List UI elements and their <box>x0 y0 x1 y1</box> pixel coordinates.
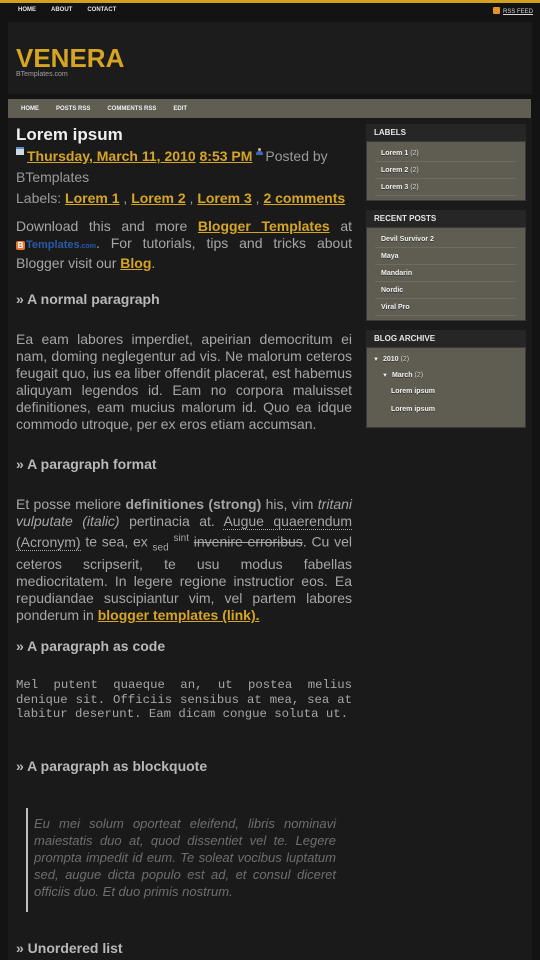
widget-title: RECENT POSTS <box>366 210 526 227</box>
rss-icon <box>493 7 500 14</box>
blockquote-text: Eu mei solum oporteat eleifend, libris n… <box>34 816 336 899</box>
download-text: at <box>340 218 352 234</box>
main-nav-comments-rss[interactable]: COMMENTS RSS <box>107 106 156 112</box>
post: Lorem ipsum Thursday, March 11, 2010 8:5… <box>16 124 352 272</box>
top-nav-contact[interactable]: CONTACT <box>87 7 116 13</box>
section-heading: » A normal paragraph <box>16 291 160 307</box>
user-icon <box>256 148 264 155</box>
labels-widget: LABELS Lorem 1 (2) Lorem 2 (2) Lorem 3 (… <box>366 124 526 201</box>
subscript-text: sed <box>152 542 169 554</box>
label-count: (2) <box>410 150 419 157</box>
top-nav-home[interactable]: HOME <box>18 7 36 13</box>
recent-post-item[interactable]: Viral Pro <box>375 299 517 316</box>
posted-by-label: Posted by <box>265 148 328 164</box>
label-link[interactable]: Lorem 3 <box>197 190 251 206</box>
archive-month-count: (2) <box>414 372 424 379</box>
strikethrough-text: invenire erroribus <box>193 533 303 550</box>
main-nav: HOME POSTS RSS COMMENTS RSS EDIT <box>8 99 531 118</box>
btemplates-logo-text: Templates <box>26 239 80 251</box>
top-nav-about[interactable]: ABOUT <box>51 7 72 13</box>
archive-month[interactable]: ▼ March (2) <box>373 368 519 384</box>
archive-post-link[interactable]: Lorem ipsum <box>373 384 519 399</box>
archive-month-label: March <box>391 372 413 379</box>
rss-feed-link[interactable]: RSS FEED <box>493 7 533 17</box>
post-labels: Labels: Lorem 1 , Lorem 2 , Lorem 3 , 2 … <box>16 190 346 206</box>
recent-post-item[interactable]: Maya <box>375 248 517 265</box>
main-nav-posts-rss[interactable]: POSTS RSS <box>56 106 90 112</box>
section-heading: » A paragraph as code <box>16 638 166 654</box>
superscript-text: sint <box>173 533 189 544</box>
label-item[interactable]: Lorem 2 (2) <box>375 162 517 179</box>
recent-posts-widget: RECENT POSTS Devil Survivor 2 Maya Manda… <box>366 210 526 321</box>
recent-post-item[interactable]: Devil Survivor 2 <box>375 231 517 248</box>
label-name: Lorem 3 <box>381 184 409 191</box>
post-author: BTemplates <box>16 169 90 185</box>
archive-year[interactable]: ▼ 2010 (2) <box>373 352 519 368</box>
archive-year-label: 2010 <box>382 356 399 363</box>
blog-link[interactable]: Blog <box>120 255 151 271</box>
site-title[interactable]: VENERA <box>16 43 124 74</box>
label-item[interactable]: Lorem 1 (2) <box>375 145 517 162</box>
blogger-templates-link[interactable]: Blogger Templates <box>198 218 330 234</box>
format-text: his, vim <box>265 496 314 512</box>
recent-post-item[interactable]: Mandarin <box>375 265 517 282</box>
collapse-toggle-icon[interactable]: ▼ <box>373 357 379 363</box>
archive-post-link[interactable]: Lorem ipsum <box>373 402 519 417</box>
post-date-link[interactable]: Thursday, March 11, 2010 <box>27 148 196 164</box>
download-text: . <box>151 255 156 271</box>
format-paragraph: Et posse meliore definitiones (strong) h… <box>16 496 352 624</box>
btemplates-logo-com: .com <box>79 243 96 250</box>
label-item[interactable]: Lorem 3 (2) <box>375 179 517 196</box>
recent-posts-list: Devil Survivor 2 Maya Mandarin Nordic Vi… <box>366 227 526 321</box>
format-text: pertinacia at. <box>129 513 215 529</box>
label-name: Lorem 2 <box>381 167 409 174</box>
code-paragraph: Mel putent quaeque an, ut postea melius … <box>16 678 352 721</box>
btemplates-logo-b: B <box>16 241 25 250</box>
blockquote: Eu mei solum oporteat eleifend, libris n… <box>26 808 336 912</box>
blogger-templates-inline-link[interactable]: blogger templates (link). <box>98 607 260 623</box>
format-text: Et posse meliore <box>16 496 122 512</box>
post-time-link[interactable]: 8:53 PM <box>200 148 253 164</box>
section-heading: » Unordered list <box>16 940 123 956</box>
widget-title: LABELS <box>366 124 526 141</box>
section-heading: » A paragraph format <box>16 456 157 472</box>
main-nav-home[interactable]: HOME <box>21 106 39 112</box>
label-name: Lorem 1 <box>381 150 409 157</box>
archive-year-count: (2) <box>400 356 410 363</box>
section-heading: » A paragraph as blockquote <box>16 758 208 774</box>
labels-prefix: Labels: <box>16 190 62 206</box>
site-subtitle: BTemplates.com <box>16 71 68 78</box>
label-link[interactable]: Lorem 2 <box>131 190 185 206</box>
labels-list: Lorem 1 (2) Lorem 2 (2) Lorem 3 (2) <box>366 141 526 201</box>
strong-text: definitiones (strong) <box>125 496 262 512</box>
collapse-toggle-icon[interactable]: ▼ <box>382 373 388 379</box>
btemplates-logo[interactable]: B Templates.com <box>16 237 96 255</box>
top-accent-stripe <box>0 0 540 3</box>
format-text: te sea, ex <box>85 533 148 550</box>
label-count: (2) <box>410 184 419 191</box>
download-text: Download this and more <box>16 218 188 234</box>
label-count: (2) <box>410 167 419 174</box>
top-nav: HOME ABOUT CONTACT <box>18 7 131 13</box>
blog-archive-widget: BLOG ARCHIVE ▼ 2010 (2) ▼ March (2) Lorem … <box>366 330 526 428</box>
recent-post-item[interactable]: Nordic <box>375 282 517 299</box>
comments-link[interactable]: 2 comments <box>263 190 345 206</box>
main-nav-edit[interactable]: EDIT <box>173 106 187 112</box>
post-title[interactable]: Lorem ipsum <box>16 124 352 146</box>
download-paragraph: Download this and more Blogger Templates… <box>16 218 352 272</box>
rss-feed-label: RSS FEED <box>503 9 534 15</box>
calendar-icon <box>16 147 24 155</box>
archive-tree: ▼ 2010 (2) ▼ March (2) Lorem ipsum Lorem i… <box>366 347 526 428</box>
normal-paragraph: Ea eam labores imperdiet, apeirian democ… <box>16 331 352 432</box>
widget-title: BLOG ARCHIVE <box>366 330 526 347</box>
post-meta: Thursday, March 11, 2010 8:53 PM Posted b… <box>16 146 352 188</box>
label-link[interactable]: Lorem 1 <box>65 190 119 206</box>
